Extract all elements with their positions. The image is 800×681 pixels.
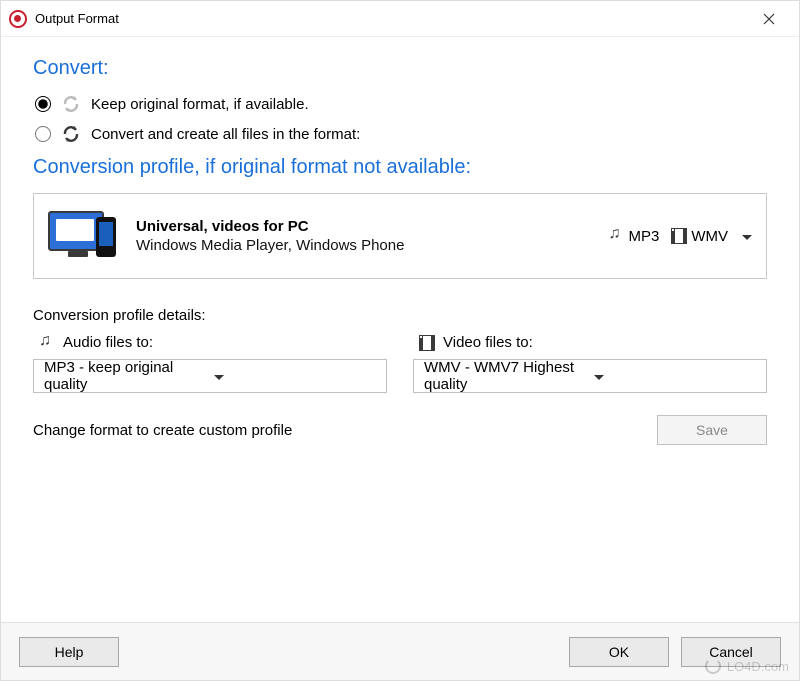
audio-files-label: Audio files to:	[63, 334, 153, 351]
dialog-footer: Help OK Cancel	[1, 622, 799, 680]
cycle-icon	[61, 94, 81, 114]
music-icon	[39, 335, 55, 351]
audio-format-select[interactable]: MP3 - keep original quality	[33, 359, 387, 393]
device-icon	[48, 207, 122, 265]
profile-subtitle: Windows Media Player, Windows Phone	[136, 237, 608, 254]
help-button[interactable]: Help	[19, 637, 119, 667]
audio-files-header: Audio files to:	[33, 334, 387, 351]
video-files-label: Video files to:	[443, 334, 533, 351]
chevron-down-icon	[742, 231, 752, 241]
radio-keep-original-input[interactable]	[35, 96, 51, 112]
video-format-value: WMV - WMV7 Highest quality	[424, 359, 586, 393]
dialog-content: Convert: Keep original format, if availa…	[1, 37, 799, 453]
profile-details-header: Conversion profile details:	[33, 307, 767, 324]
video-files-header: Video files to:	[413, 334, 767, 351]
title-bar: Output Format	[1, 1, 799, 37]
film-icon	[671, 228, 687, 244]
radio-keep-original[interactable]: Keep original format, if available.	[35, 94, 767, 114]
chevron-down-icon	[214, 371, 376, 381]
profile-format-tags: MP3 WMV	[608, 228, 728, 245]
video-format-select[interactable]: WMV - WMV7 Highest quality	[413, 359, 767, 393]
audio-format-tag: MP3	[608, 228, 659, 245]
cancel-button[interactable]: Cancel	[681, 637, 781, 667]
profile-title: Universal, videos for PC	[136, 218, 608, 235]
close-icon	[763, 13, 775, 25]
radio-convert-all-input[interactable]	[35, 126, 51, 142]
cycle-icon	[61, 124, 81, 144]
close-button[interactable]	[751, 5, 787, 33]
film-icon	[419, 335, 435, 351]
chevron-down-icon	[594, 371, 756, 381]
convert-section-title: Convert:	[33, 57, 767, 80]
audio-format-value: MP3 - keep original quality	[44, 359, 206, 393]
video-column: Video files to: WMV - WMV7 Highest quali…	[413, 334, 767, 393]
save-button[interactable]: Save	[657, 415, 767, 445]
app-icon	[9, 10, 27, 28]
audio-format-label: MP3	[628, 228, 659, 245]
video-format-label: WMV	[691, 228, 728, 245]
profile-text: Universal, videos for PC Windows Media P…	[136, 218, 608, 254]
radio-convert-all-label: Convert and create all files in the form…	[91, 126, 360, 143]
video-format-tag: WMV	[671, 228, 728, 245]
profile-section-title: Conversion profile, if original format n…	[33, 156, 767, 179]
window-title: Output Format	[35, 11, 751, 26]
custom-profile-hint: Change format to create custom profile	[33, 422, 657, 439]
profile-selector[interactable]: Universal, videos for PC Windows Media P…	[33, 193, 767, 279]
music-icon	[608, 228, 624, 244]
audio-column: Audio files to: MP3 - keep original qual…	[33, 334, 387, 393]
ok-button[interactable]: OK	[569, 637, 669, 667]
radio-keep-original-label: Keep original format, if available.	[91, 96, 309, 113]
radio-convert-all[interactable]: Convert and create all files in the form…	[35, 124, 767, 144]
